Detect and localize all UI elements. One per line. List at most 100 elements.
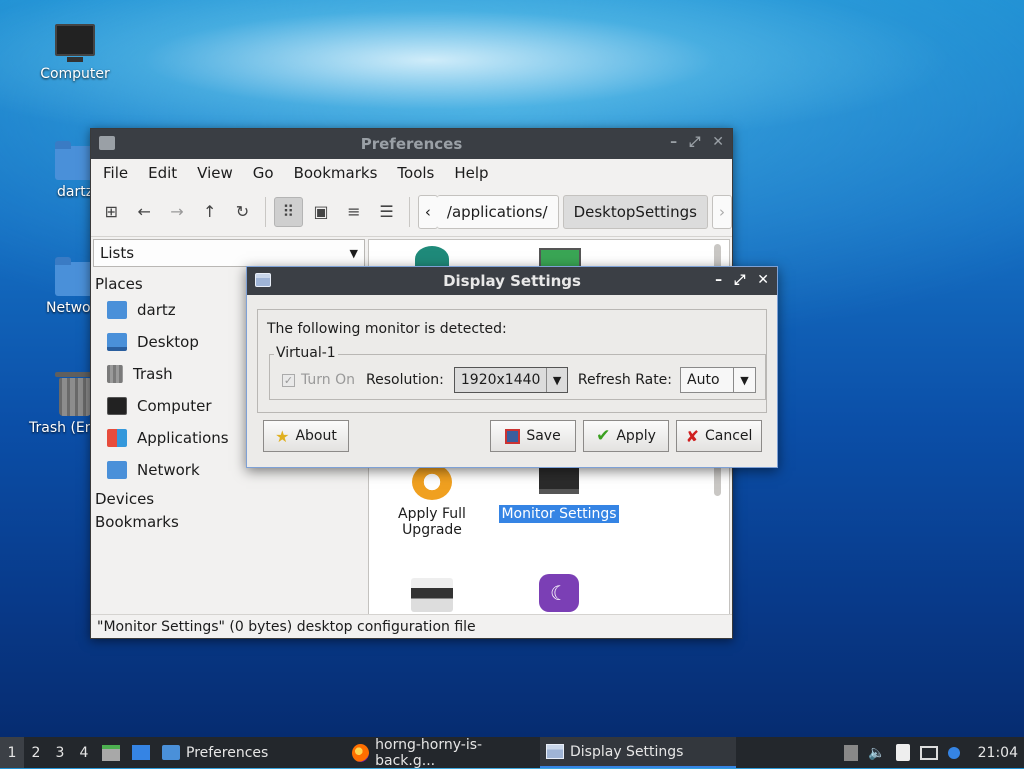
- sidebar-item-label: Desktop: [137, 333, 199, 351]
- workspace-3[interactable]: 3: [48, 737, 72, 768]
- task-label: Preferences: [186, 744, 269, 761]
- task-label: horng-horny-is-back.g...: [375, 736, 483, 769]
- task-firefox[interactable]: horng-horny-is-back.g...: [346, 736, 540, 769]
- workspace-1[interactable]: 1: [0, 737, 24, 768]
- dialog-titlebar[interactable]: Display Settings – ⤢ ✕: [247, 267, 777, 295]
- about-label: About: [295, 428, 337, 444]
- window-title: Preferences: [360, 135, 463, 153]
- network-folder-icon: [107, 461, 127, 479]
- chevron-down-icon: ▼: [349, 246, 358, 260]
- minimize-icon[interactable]: –: [670, 134, 677, 150]
- trash-icon: [55, 372, 95, 416]
- desktop-icon: [132, 745, 150, 760]
- file-manager-titlebar[interactable]: Preferences – ⤢ ✕: [91, 129, 732, 159]
- path-segment-applications[interactable]: /applications/: [436, 194, 559, 229]
- menu-edit[interactable]: Edit: [138, 164, 187, 182]
- turn-on-label: Turn On: [301, 372, 356, 388]
- sidebar-item-label: Computer: [137, 397, 212, 415]
- task-preferences[interactable]: Preferences: [156, 737, 346, 768]
- refresh-rate-value: Auto: [687, 372, 720, 388]
- network-folder-icon: [55, 257, 95, 296]
- monitor-controls: ✓ Turn On Resolution: 1920x1440 ▼ Refres…: [270, 367, 757, 393]
- home-folder-icon: [107, 301, 127, 319]
- trash-icon: [107, 365, 123, 383]
- workspace-2[interactable]: 2: [24, 737, 48, 768]
- file-item-monitor-settings[interactable]: Monitor Settings: [499, 464, 619, 523]
- desktop-icon-computer[interactable]: Computer: [20, 24, 130, 82]
- icon-view-icon[interactable]: ⠿: [273, 196, 303, 227]
- cancel-button[interactable]: ✘ Cancel: [676, 420, 762, 452]
- launcher-file-manager[interactable]: [96, 737, 126, 768]
- checkmark-icon: ✔: [596, 426, 611, 446]
- path-forward-button[interactable]: ›: [711, 194, 732, 229]
- window-icon: [546, 744, 564, 759]
- resolution-select[interactable]: 1920x1440 ▼: [453, 367, 568, 393]
- chevron-down-icon: ▼: [733, 368, 755, 392]
- star-icon: ★: [275, 426, 290, 446]
- volume-icon[interactable]: 🔈: [868, 745, 885, 761]
- file-item-apply-full-upgrade[interactable]: Apply Full Upgrade: [372, 464, 492, 538]
- minimize-icon[interactable]: –: [715, 272, 722, 288]
- reload-icon[interactable]: ↻: [228, 197, 257, 227]
- file-item-label: Apply Full Upgrade: [398, 506, 466, 538]
- task-label: Display Settings: [570, 743, 684, 760]
- notification-icon[interactable]: [947, 746, 960, 759]
- new-tab-icon[interactable]: ⊞: [97, 197, 126, 227]
- menu-view[interactable]: View: [187, 164, 243, 182]
- file-manager-icon: [102, 744, 120, 761]
- close-icon[interactable]: ✕: [712, 134, 724, 150]
- sidebar-section-devices[interactable]: Devices: [93, 486, 365, 509]
- launcher-desktop[interactable]: [126, 737, 156, 768]
- folder-icon: [99, 136, 115, 154]
- folder-icon: [162, 745, 180, 760]
- task-display-settings[interactable]: Display Settings: [540, 737, 736, 768]
- close-icon[interactable]: ✕: [757, 272, 769, 288]
- refresh-rate-select[interactable]: Auto ▼: [680, 367, 757, 393]
- monitor-frame: Virtual-1 ✓ Turn On Resolution: 1920x144…: [269, 345, 766, 400]
- detailed-view-icon[interactable]: ☰: [372, 197, 401, 227]
- sidebar-item-label: Trash: [133, 365, 173, 383]
- workspace-4[interactable]: 4: [72, 737, 96, 768]
- home-folder-icon: [55, 141, 95, 180]
- taskbar: 1 2 3 4 Preferences horng-horny-is-back.…: [0, 736, 1024, 769]
- turn-on-checkbox[interactable]: ✓ Turn On: [270, 372, 366, 388]
- clipboard-icon[interactable]: [895, 744, 910, 761]
- computer-icon: [55, 24, 95, 62]
- menu-go[interactable]: Go: [243, 164, 284, 182]
- side-pane-selector[interactable]: Lists ▼: [93, 239, 365, 267]
- apply-button[interactable]: ✔ Apply: [583, 420, 669, 452]
- menu-bookmarks[interactable]: Bookmarks: [284, 164, 388, 182]
- firefox-icon: [352, 743, 370, 762]
- resolution-label: Resolution:: [366, 372, 444, 388]
- about-button[interactable]: ★ About: [263, 420, 349, 452]
- path-back-button[interactable]: ‹: [417, 194, 438, 229]
- up-icon[interactable]: ↑: [195, 197, 224, 227]
- maximize-icon[interactable]: ⤢: [734, 272, 745, 288]
- maximize-icon[interactable]: ⤢: [689, 134, 700, 150]
- back-icon[interactable]: ←: [130, 197, 159, 227]
- forward-icon[interactable]: →: [163, 197, 192, 227]
- updates-icon[interactable]: [844, 744, 859, 761]
- file-item-label: Monitor Settings: [499, 505, 619, 523]
- desktop-icon-label: Computer: [40, 66, 110, 82]
- network-icon[interactable]: [919, 745, 938, 760]
- clock[interactable]: 21:04: [978, 745, 1018, 761]
- cancel-icon: ✘: [685, 426, 699, 446]
- menubar: File Edit View Go Bookmarks Tools Help: [91, 159, 732, 187]
- thumbnail-view-icon[interactable]: ▣: [307, 197, 336, 227]
- compact-view-icon[interactable]: ≡: [339, 197, 368, 227]
- menu-help[interactable]: Help: [444, 164, 498, 182]
- sidebar-section-bookmarks[interactable]: Bookmarks: [93, 509, 365, 532]
- save-button[interactable]: Save: [490, 420, 576, 452]
- cancel-label: Cancel: [704, 428, 753, 444]
- menu-file[interactable]: File: [93, 164, 138, 182]
- apply-label: Apply: [616, 428, 656, 444]
- side-pane-value: Lists: [100, 244, 135, 262]
- menu-tools[interactable]: Tools: [387, 164, 444, 182]
- toolbar: ⊞ ← → ↑ ↻ ⠿ ▣ ≡ ☰ ‹ /applications/ Deskt…: [91, 187, 732, 237]
- save-icon: [505, 428, 521, 444]
- checkmark-icon: ✓: [282, 373, 295, 387]
- path-segment-current[interactable]: DesktopSettings: [562, 194, 708, 229]
- sidebar-item-label: dartz: [137, 301, 176, 319]
- printer-icon: [411, 578, 453, 612]
